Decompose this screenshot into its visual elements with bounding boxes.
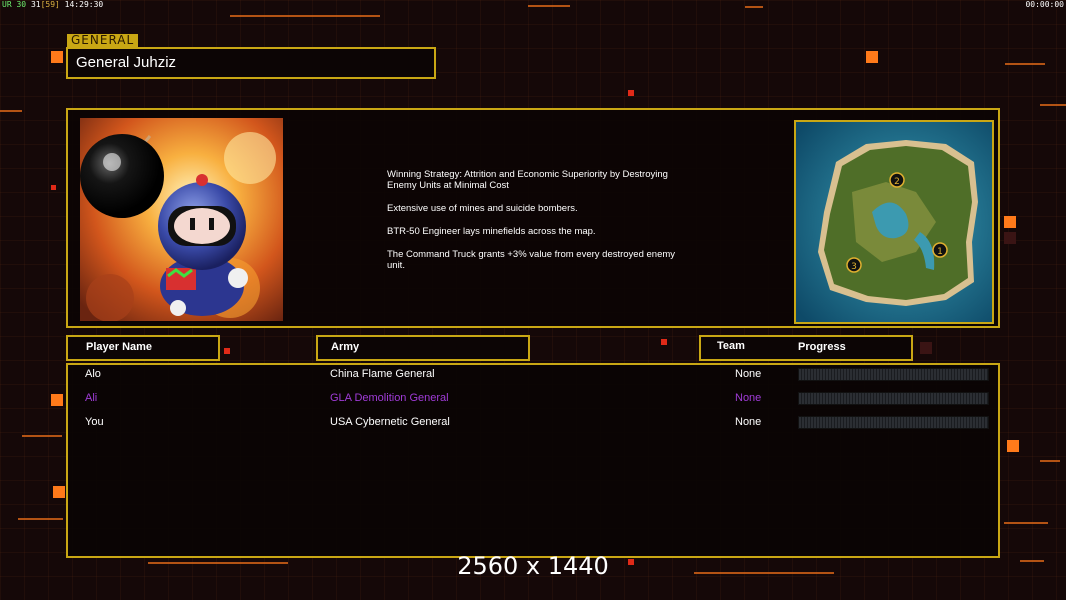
decor-square [51,185,56,190]
player-army: China Flame General [330,368,435,380]
decor-square [224,348,230,354]
column-header-team-progress: Team Progress [699,335,913,361]
decor-square [628,90,634,96]
player-name: Alo [85,368,101,380]
player-army: USA Cybernetic General [330,416,450,428]
decor-square [1004,232,1016,244]
decor-line [1040,460,1060,462]
general-name: General Juhziz [76,54,177,71]
decor-square [661,339,667,345]
decor-line [18,518,63,520]
general-name-box: General Juhziz [66,47,436,79]
column-header-progress: Progress [798,341,846,353]
progress-bar [798,416,989,429]
strategy-line: The Command Truck grants +3% value from … [387,249,676,271]
resolution-label: 2560 x 1440 [457,552,609,580]
decor-line [528,5,570,7]
start-position-3: 3 [851,262,857,272]
decor-line [1004,522,1048,524]
decor-square [1007,440,1019,452]
progress-bar [798,392,989,405]
decor-square [51,51,63,63]
decor-square [920,342,932,354]
column-header-army: Army [316,335,530,361]
player-name: You [85,416,104,428]
decor-square [1004,216,1016,228]
player-army: GLA Demolition General [330,392,449,404]
player-row: Ali GLA Demolition General None [0,389,1066,407]
player-name: Ali [85,392,98,404]
general-portrait [80,118,283,321]
start-position-2: 2 [894,177,900,187]
decor-line [0,110,22,112]
decor-square [53,486,65,498]
decor-line [1005,63,1045,65]
decor-line [230,15,380,17]
game-timer: 00:00:00 [1025,0,1064,9]
player-row: You USA Cybernetic General None [0,413,1066,431]
column-header-player-name: Player Name [66,335,220,361]
decor-square [866,51,878,63]
player-team: None [735,392,762,404]
strategy-line: Extensive use of mines and suicide bombe… [387,203,578,214]
decor-line [1040,104,1066,106]
section-tag: GENERAL [67,34,139,47]
decor-line [22,435,62,437]
map-preview: 2 1 3 [794,120,994,324]
column-header-team: Team [717,340,745,352]
decor-line [745,6,763,8]
strategy-description: Winning Strategy: Attrition and Economic… [387,169,702,283]
player-team: None [735,368,762,380]
strategy-line: Winning Strategy: Attrition and Economic… [387,169,668,191]
player-row: Alo China Flame General None [0,365,1066,383]
player-team: None [735,416,762,428]
fps-counter: UR 30 31[59] 14:29:30 [2,0,104,9]
strategy-line: BTR-50 Engineer lays minefields across t… [387,226,596,237]
progress-bar [798,368,989,381]
start-position-1: 1 [937,247,943,257]
